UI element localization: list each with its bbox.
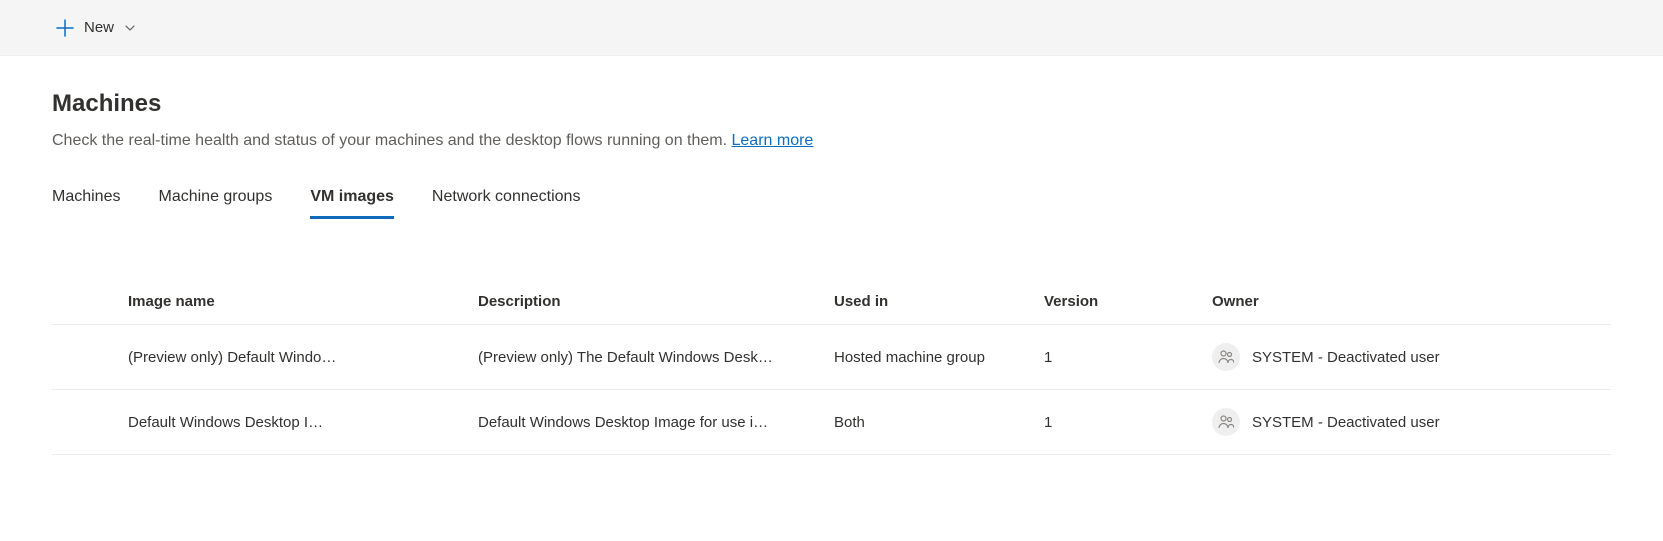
cell-image-name: (Preview only) Default Windo… — [128, 349, 478, 366]
page-subtitle: Check the real-time health and status of… — [52, 132, 1611, 150]
owner-name: SYSTEM - Deactivated user — [1252, 414, 1440, 431]
header-image-name[interactable]: Image name — [128, 279, 478, 325]
header-version[interactable]: Version — [1044, 279, 1212, 325]
header-owner[interactable]: Owner — [1212, 279, 1611, 325]
plus-icon — [56, 19, 74, 37]
cell-owner: SYSTEM - Deactivated user — [1212, 408, 1611, 436]
page-title: Machines — [52, 90, 1611, 118]
header-description[interactable]: Description — [478, 279, 834, 325]
vm-images-table: Image name Description Used in Version O… — [52, 279, 1611, 455]
cell-version: 1 — [1044, 390, 1212, 455]
tab-machine-groups[interactable]: Machine groups — [158, 188, 272, 219]
new-button[interactable]: New — [48, 13, 144, 43]
table-row[interactable]: Default Windows Desktop I… Default Windo… — [52, 390, 1611, 455]
table-row[interactable]: (Preview only) Default Windo… (Preview o… — [52, 325, 1611, 390]
person-icon — [1212, 408, 1240, 436]
owner-name: SYSTEM - Deactivated user — [1252, 349, 1440, 366]
cell-used-in: Hosted machine group — [834, 325, 1044, 390]
new-button-label: New — [84, 19, 114, 36]
person-icon — [1212, 343, 1240, 371]
tab-vm-images[interactable]: VM images — [310, 188, 394, 219]
chevron-down-icon — [124, 22, 136, 34]
cell-version: 1 — [1044, 325, 1212, 390]
cell-image-name: Default Windows Desktop I… — [128, 414, 478, 431]
content-area: Machines Check the real-time health and … — [0, 56, 1663, 489]
command-bar: New — [0, 0, 1663, 56]
learn-more-link[interactable]: Learn more — [732, 132, 814, 149]
subtitle-text: Check the real-time health and status of… — [52, 132, 732, 149]
cell-owner: SYSTEM - Deactivated user — [1212, 343, 1611, 371]
cell-description: Default Windows Desktop Image for use i… — [478, 414, 834, 431]
cell-description: (Preview only) The Default Windows Desk… — [478, 349, 834, 366]
tabs: Machines Machine groups VM images Networ… — [52, 188, 1611, 219]
cell-used-in: Both — [834, 390, 1044, 455]
tab-network-connections[interactable]: Network connections — [432, 188, 581, 219]
table-header-row: Image name Description Used in Version O… — [52, 279, 1611, 325]
header-used-in[interactable]: Used in — [834, 279, 1044, 325]
tab-machines[interactable]: Machines — [52, 188, 120, 219]
